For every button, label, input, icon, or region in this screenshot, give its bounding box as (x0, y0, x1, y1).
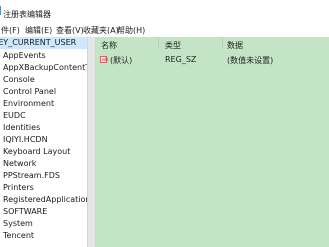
window-title: 注册表编辑器 (3, 10, 51, 19)
menu-favorites[interactable]: 收藏夹(A) (83, 25, 119, 36)
tree-item-control-panel[interactable]: Control Panel (3, 87, 56, 97)
value-name: (默认) (110, 56, 133, 65)
tree-item-network[interactable]: Network (3, 159, 36, 169)
tree-item-software[interactable]: SOFTWARE (3, 207, 47, 217)
values-pane: 名称 类型 数据 ab (默认) REG_SZ (数值未设置) (96, 37, 329, 247)
tree-item-printers[interactable]: Printers (3, 183, 34, 193)
title-bar: 注册表编辑器 (0, 0, 329, 22)
menu-help[interactable]: 帮助(H) (117, 25, 145, 36)
registry-tree: KEY_CURRENT_USER AppEvents AppXBackupCon… (0, 37, 87, 247)
tree-item-label: KEY_CURRENT_USER (0, 38, 77, 47)
pane-splitter[interactable] (87, 37, 96, 247)
tree-item-appevents[interactable]: AppEvents (3, 51, 46, 61)
tree-item-appxbackup[interactable]: AppXBackupContentType (3, 63, 87, 73)
tree-item-registered-apps[interactable]: RegisteredApplications (3, 195, 87, 205)
menu-file[interactable]: 件(F) (1, 25, 20, 36)
column-divider[interactable] (222, 37, 223, 49)
value-type: REG_SZ (165, 55, 197, 64)
column-type[interactable]: 类型 (165, 40, 181, 51)
tree-item-console[interactable]: Console (3, 75, 35, 85)
column-divider[interactable] (158, 37, 159, 49)
tree-item-iqiyi-hcdn[interactable]: IQIYI.HCDN (3, 135, 48, 145)
column-data[interactable]: 数据 (227, 40, 243, 51)
registry-editor-icon (0, 6, 1, 15)
column-name[interactable]: 名称 (101, 40, 117, 51)
tree-item-hkcu[interactable]: KEY_CURRENT_USER (0, 37, 87, 49)
tree-item-identities[interactable]: Identities (3, 123, 40, 133)
tree-item-environment[interactable]: Environment (3, 99, 54, 109)
tree-item-system[interactable]: System (3, 219, 33, 229)
tree-item-keyboard-layout[interactable]: Keyboard Layout (3, 147, 70, 157)
menu-bar: 件(F) 编辑(E) 查看(V) 收藏夹(A) 帮助(H) (0, 22, 329, 37)
menu-view[interactable]: 查看(V) (56, 25, 84, 36)
tree-item-eudc[interactable]: EUDC (3, 111, 26, 121)
tree-item-tencent[interactable]: Tencent (3, 231, 34, 241)
value-data: (数值未设置) (227, 56, 274, 65)
tree-item-ppstream-fds[interactable]: PPStream.FDS (3, 171, 60, 181)
menu-edit[interactable]: 编辑(E) (25, 25, 52, 36)
string-value-icon: ab (100, 56, 109, 63)
